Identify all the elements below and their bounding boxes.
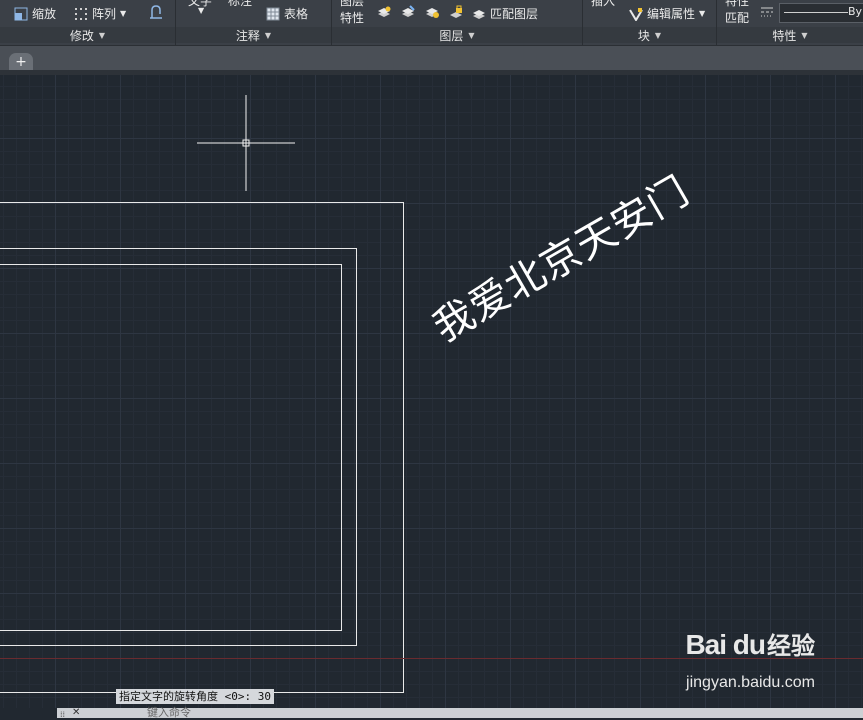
- panel-title-properties[interactable]: 特性 ▼: [717, 27, 863, 43]
- panel-properties: 特性 匹配 By 特性 ▼: [717, 0, 863, 45]
- baidu-logo: Bai du: [685, 629, 766, 660]
- layer-tool-3[interactable]: [425, 5, 439, 19]
- edit-attributes-icon: [629, 7, 643, 22]
- layer-tool-4[interactable]: [449, 5, 463, 19]
- scale-button[interactable]: 缩放: [14, 5, 56, 22]
- baidu-watermark: Bai du经验 jingyan.baidu.com: [685, 626, 815, 691]
- layer-tool-1[interactable]: [377, 5, 391, 19]
- layer-tool-2[interactable]: [401, 5, 415, 19]
- stretch-icon: [148, 4, 162, 19]
- inner-frame[interactable]: [0, 264, 342, 631]
- layer-isolate-icon: [401, 5, 415, 19]
- close-icon[interactable]: ✕: [72, 707, 80, 718]
- command-line[interactable]: ⁞⁞ ✕ 键入命令: [57, 706, 863, 719]
- chevron-down-icon: ▼: [468, 30, 475, 40]
- insert-button[interactable]: 插入: [591, 0, 615, 9]
- panel-layers: 图层 特性 匹配图层 图层 ▼: [332, 0, 583, 45]
- dimension-button[interactable]: 标注: [228, 0, 252, 9]
- chevron-down-icon: ▼: [654, 30, 662, 40]
- panel-title-block[interactable]: 块 ▼: [583, 27, 716, 43]
- panel-modify: 缩放 阵列 ▼ 修改 ▼: [0, 0, 176, 45]
- linetype-sample: [784, 12, 848, 13]
- edit-attributes-dropdown-icon[interactable]: ▼: [699, 9, 705, 18]
- layer-freeze-icon: [425, 5, 439, 19]
- match-properties-button[interactable]: 特性 匹配: [725, 0, 749, 26]
- chevron-down-icon: ▼: [801, 30, 808, 40]
- panel-annotation: 文字 ▼ 标注 表格 注释 ▼: [176, 0, 332, 45]
- stretch-button[interactable]: [148, 4, 162, 19]
- match-layer-icon: [472, 7, 486, 21]
- table-icon: [266, 7, 280, 21]
- chevron-down-icon: ▼: [98, 30, 106, 40]
- edit-attributes-button[interactable]: 编辑属性 ▼: [629, 5, 705, 22]
- command-prompt-history: 指定文字的旋转角度 <0>: 30: [116, 689, 274, 704]
- layer-lock-icon: [449, 5, 463, 19]
- linetype-icon: [760, 5, 774, 19]
- layer-off-icon: [377, 5, 391, 19]
- table-button[interactable]: 表格: [266, 5, 308, 22]
- scale-icon: [14, 7, 28, 21]
- panel-title-layers[interactable]: 图层 ▼: [332, 27, 582, 43]
- watermark-jingyan: 经验: [767, 633, 815, 660]
- panel-block: 插入 编辑属性 ▼ 块 ▼: [583, 0, 717, 45]
- crosshair-cursor: [197, 95, 295, 191]
- chevron-down-icon: ▼: [264, 30, 272, 40]
- new-tab-button[interactable]: +: [9, 53, 33, 70]
- array-icon: [74, 7, 88, 21]
- panel-title-modify[interactable]: 修改 ▼: [0, 27, 175, 43]
- array-button[interactable]: 阵列 ▼: [74, 5, 126, 22]
- layer-properties-button[interactable]: 图层 特性: [340, 0, 364, 26]
- match-layer-button[interactable]: 匹配图层: [472, 5, 538, 22]
- ribbon: 缩放 阵列 ▼ 修改 ▼ 文字 ▼ 标注 表格 注释 ▼ 图层 特性 匹配图层 …: [0, 0, 863, 46]
- watermark-url: jingyan.baidu.com: [686, 674, 815, 691]
- linetype-select[interactable]: By: [779, 3, 863, 23]
- array-dropdown-icon[interactable]: ▼: [120, 9, 126, 18]
- linetype-icon-button[interactable]: [760, 5, 774, 19]
- panel-title-annotation[interactable]: 注释 ▼: [176, 27, 331, 43]
- text-dropdown[interactable]: ▼: [198, 6, 204, 15]
